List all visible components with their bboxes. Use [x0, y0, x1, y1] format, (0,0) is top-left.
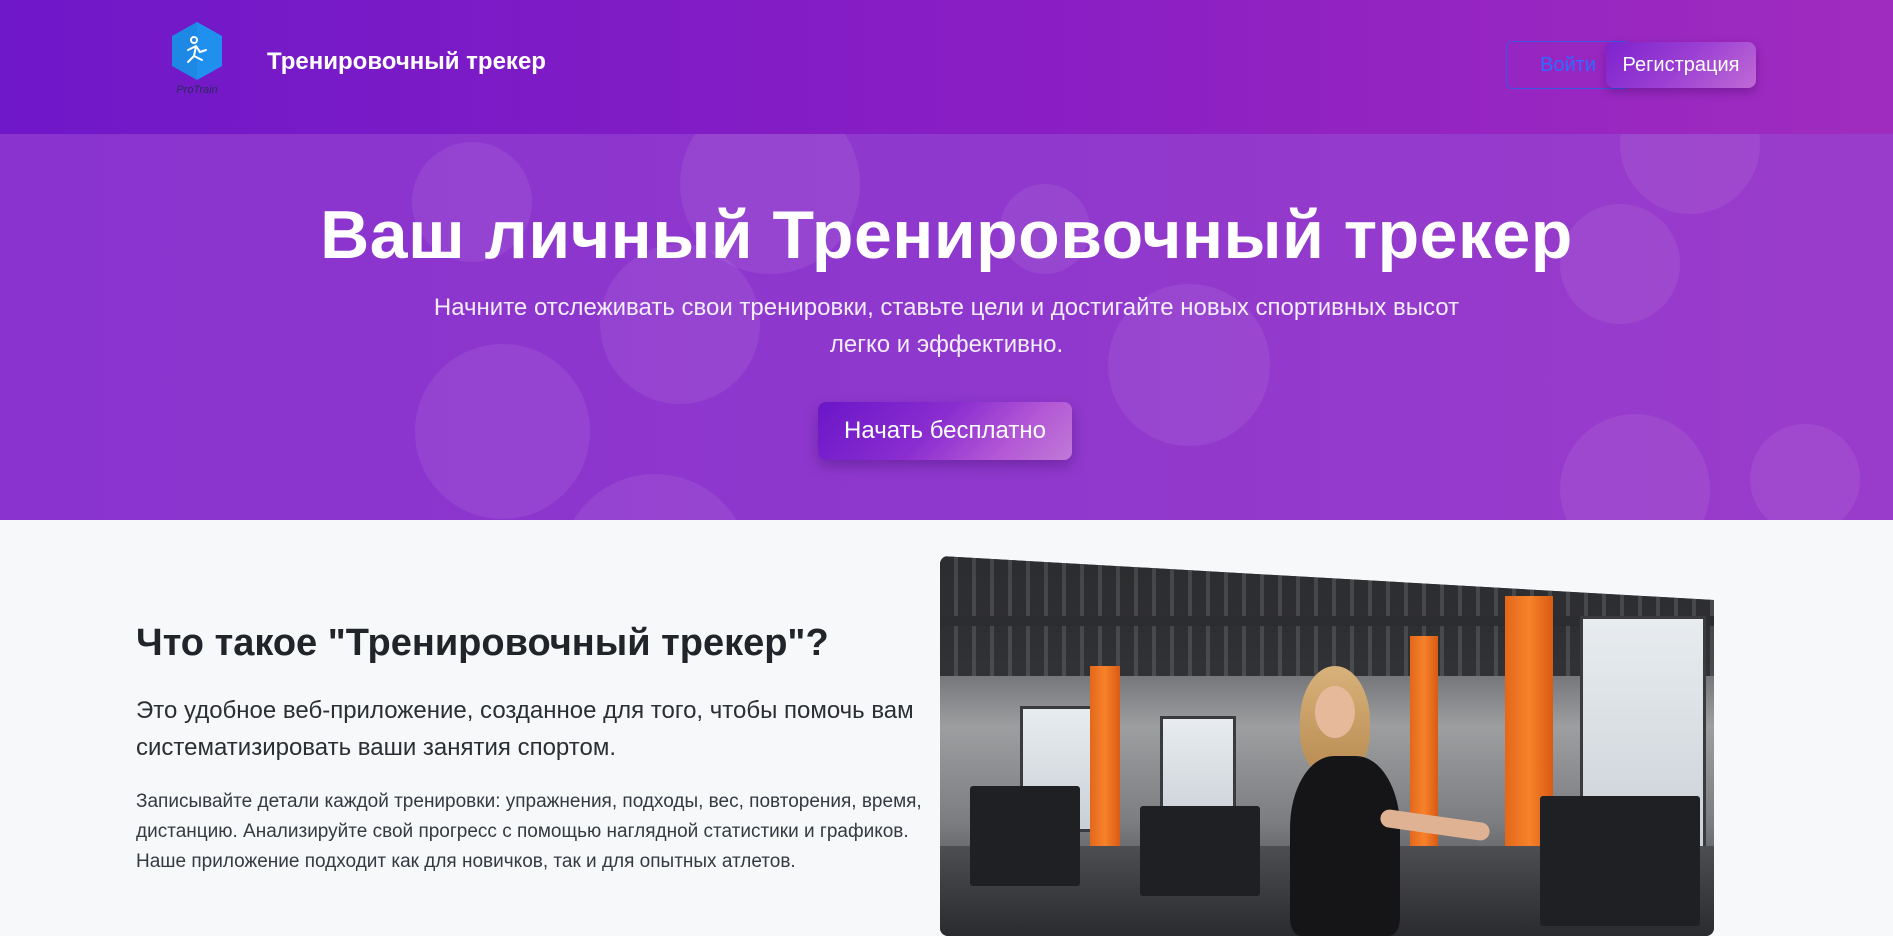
start-free-button[interactable]: Начать бесплатно — [818, 402, 1072, 460]
gym-machine — [1540, 796, 1700, 926]
about-text: Записывайте детали каждой тренировки: уп… — [136, 791, 922, 872]
gym-machine — [1140, 806, 1260, 896]
decorative-bubble — [1560, 414, 1710, 520]
person-face — [1315, 686, 1355, 738]
orange-pillar — [1090, 666, 1120, 866]
runner-hexagon-icon — [172, 22, 222, 80]
orange-pillar — [1410, 636, 1438, 876]
logo-text: ProTrain — [176, 84, 218, 96]
hero-subtitle: Начните отслеживать свои тренировки, ста… — [433, 294, 1460, 358]
about-title: Что такое "Тренировочный трекер"? — [136, 622, 829, 664]
brand-title[interactable]: Тренировочный трекер — [267, 48, 546, 76]
person-body — [1290, 756, 1400, 936]
decorative-bubble — [1750, 424, 1860, 520]
decorative-bubble — [415, 344, 590, 519]
decorative-bubble — [560, 474, 750, 520]
gym-photo — [940, 556, 1714, 936]
about-lead: Это удобное веб-приложение, созданное дл… — [136, 697, 914, 761]
protrain-logo[interactable]: ProTrain — [168, 20, 226, 100]
site-header: ProTrain Тренировочный трекер Войти Реги… — [0, 0, 1893, 134]
hero-section: Ваш личный Тренировочный трекер Начните … — [0, 134, 1893, 520]
gym-machine — [970, 786, 1080, 886]
register-button[interactable]: Регистрация — [1606, 42, 1756, 88]
hero-title: Ваш личный Тренировочный трекер — [320, 197, 1573, 273]
